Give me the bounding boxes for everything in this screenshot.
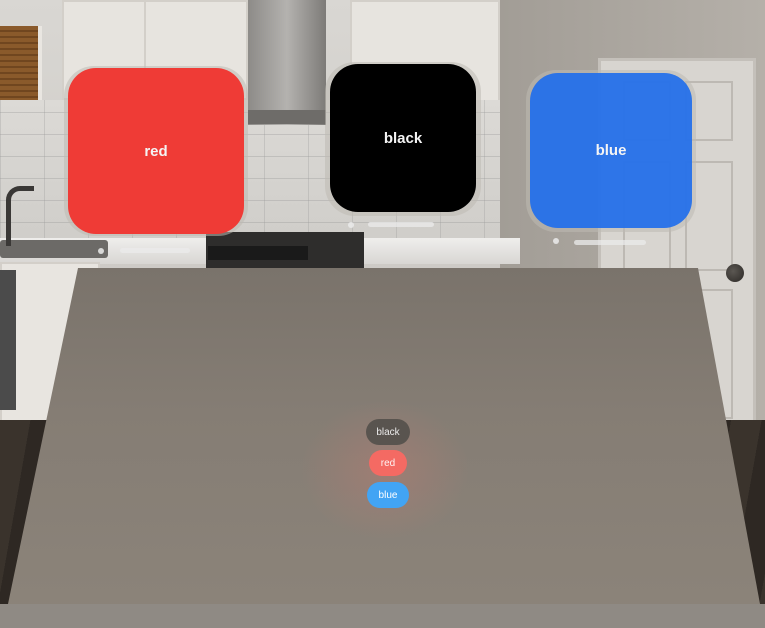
- range-hood-base: [248, 110, 326, 124]
- red-button-label: red: [380, 457, 396, 469]
- black-button-label: black: [376, 426, 400, 438]
- window-blue-label: blue: [595, 142, 627, 159]
- dishwasher: [0, 270, 16, 410]
- window-red-grabber[interactable]: [120, 248, 190, 253]
- window-red[interactable]: red: [68, 68, 244, 234]
- window-red-label: red: [144, 142, 168, 160]
- window-blue[interactable]: blue: [530, 73, 692, 228]
- door-knob: [726, 264, 744, 282]
- window-blue-grabber[interactable]: [574, 240, 646, 245]
- red-button[interactable]: red: [369, 450, 407, 476]
- faucet: [6, 186, 34, 246]
- window-black[interactable]: black: [330, 64, 476, 212]
- window-red-close-dot[interactable]: [98, 248, 104, 254]
- black-button[interactable]: black: [366, 419, 410, 445]
- window-black-close-dot[interactable]: [348, 222, 354, 228]
- window-black-grabber[interactable]: [368, 222, 434, 227]
- blue-button[interactable]: blue: [367, 482, 409, 508]
- blue-button-label: blue: [378, 489, 398, 501]
- window-black-label: black: [383, 129, 423, 147]
- range-hood: [248, 0, 326, 125]
- stove-control-panel: [208, 246, 308, 260]
- window-blue-close-dot[interactable]: [553, 238, 559, 244]
